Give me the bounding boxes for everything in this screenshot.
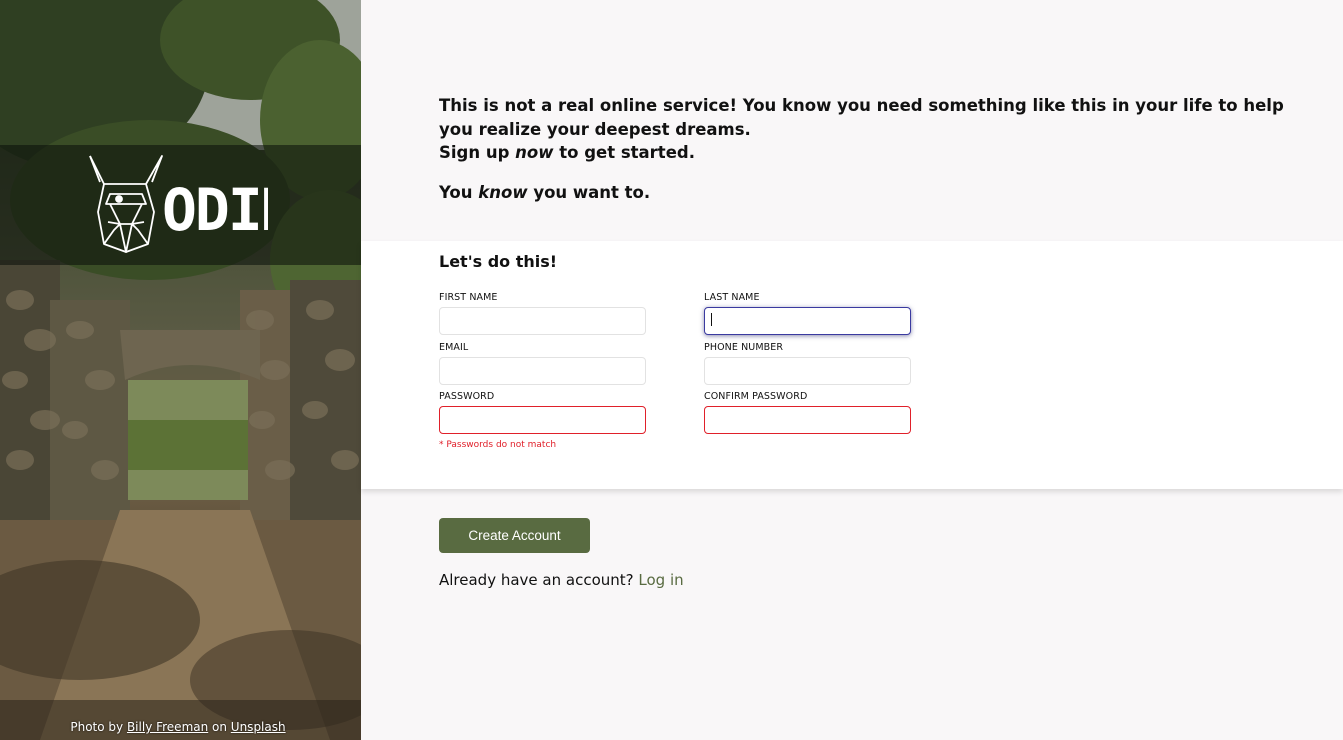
password-label: PASSWORD xyxy=(439,391,495,402)
intro-line-3-emphasis: know xyxy=(478,182,528,202)
email-input[interactable] xyxy=(439,357,646,385)
intro-line-3-suffix: you want to. xyxy=(527,182,651,202)
last-name-group: LAST NAME xyxy=(704,292,911,335)
login-prompt: Already have an account? Log in xyxy=(439,571,684,589)
photo-credit: Photo by Billy Freeman on Unsplash xyxy=(0,720,356,734)
credit-middle: on xyxy=(208,720,231,734)
text-caret xyxy=(711,313,712,326)
first-name-label: FIRST NAME xyxy=(439,292,498,303)
intro-line-2-prefix: Sign up xyxy=(439,143,516,162)
confirm-password-input[interactable] xyxy=(704,406,911,434)
phone-group: PHONE NUMBER xyxy=(704,342,911,385)
password-group: PASSWORD xyxy=(439,391,646,434)
phone-input[interactable] xyxy=(704,357,911,385)
email-group: EMAIL xyxy=(439,342,646,385)
intro-line-1-text: This is not a real online service! You k… xyxy=(439,96,1284,139)
last-name-label: LAST NAME xyxy=(704,292,760,303)
viking-helmet-icon xyxy=(89,155,163,253)
garden-gate-photo xyxy=(0,0,361,740)
form-title: Let's do this! xyxy=(439,252,558,271)
hero-photo-panel: ODIN Photo by Billy Freeman on Unsplash xyxy=(0,0,361,740)
photographer-link[interactable]: Billy Freeman xyxy=(127,720,208,734)
intro-text: This is not a real online service! You k… xyxy=(439,94,1299,204)
logo-wordmark: ODIN xyxy=(162,176,268,244)
confirm-password-label: CONFIRM PASSWORD xyxy=(704,391,808,402)
login-link[interactable]: Log in xyxy=(638,571,683,589)
credit-prefix: Photo by xyxy=(70,720,127,734)
password-input[interactable] xyxy=(439,406,646,434)
intro-line-3-prefix: You xyxy=(439,182,479,202)
signup-page: ODIN Photo by Billy Freeman on Unsplash … xyxy=(0,0,1343,740)
intro-line-1: This is not a real online service! You k… xyxy=(439,94,1299,165)
last-name-input[interactable] xyxy=(704,307,911,335)
create-account-button[interactable]: Create Account xyxy=(439,518,590,553)
intro-line-3: You know you want to. xyxy=(439,181,1299,205)
email-label: EMAIL xyxy=(439,342,469,353)
confirm-password-group: CONFIRM PASSWORD xyxy=(704,391,911,434)
login-prompt-text: Already have an account? xyxy=(439,571,634,589)
odin-logo: ODIN xyxy=(89,155,268,253)
first-name-group: FIRST NAME xyxy=(439,292,646,335)
intro-line-2-suffix: to get started. xyxy=(553,143,695,162)
first-name-input[interactable] xyxy=(439,307,646,335)
intro-line-2-emphasis: now xyxy=(515,143,554,162)
main-content: This is not a real online service! You k… xyxy=(361,0,1343,740)
signup-form: Let's do this! FIRST NAME LAST NAME EMAI… xyxy=(361,241,1343,489)
password-mismatch-error: * Passwords do not match xyxy=(439,440,557,450)
phone-label: PHONE NUMBER xyxy=(704,342,784,353)
unsplash-link[interactable]: Unsplash xyxy=(231,720,286,734)
